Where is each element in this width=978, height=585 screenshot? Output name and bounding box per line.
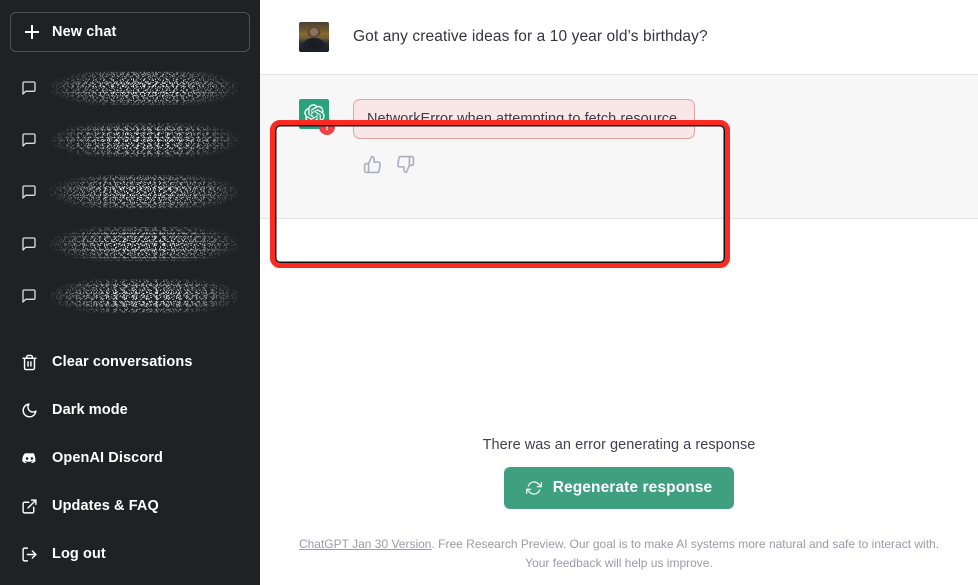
chat-title-redacted [50, 227, 239, 261]
chat-bubble-icon [21, 132, 37, 148]
chat-title-redacted [50, 279, 239, 313]
footer-disclaimer: ChatGPT Jan 30 Version. Free Research Pr… [269, 535, 969, 573]
chat-bubble-icon [21, 80, 37, 96]
sidebar-item-label: Dark mode [52, 402, 128, 418]
new-chat-label: New chat [52, 24, 116, 40]
footer-text: . Free Research Preview. Our goal is to … [431, 537, 939, 570]
chat-title-redacted [50, 175, 239, 209]
feedback-row [353, 155, 939, 174]
version-link[interactable]: ChatGPT Jan 30 Version [299, 537, 432, 551]
sidebar-menu: Clear conversations Dark mode OpenAI Dis… [8, 338, 252, 578]
discord-icon [21, 450, 38, 467]
logout-icon [21, 546, 38, 563]
sidebar: New chat [0, 0, 260, 585]
user-message-text: Got any creative ideas for a 10 year old… [353, 22, 708, 52]
main-content: Got any creative ideas for a 10 year old… [260, 0, 978, 585]
assistant-body: NetworkError when attempting to fetch re… [353, 99, 939, 194]
chat-bubble-icon [21, 236, 37, 252]
refresh-icon [526, 480, 542, 496]
sidebar-item-updates-faq[interactable]: Updates & FAQ [10, 482, 250, 530]
chat-title-redacted [50, 71, 239, 105]
moon-icon [21, 402, 38, 419]
regenerate-response-button[interactable]: Regenerate response [504, 467, 735, 509]
thumbs-up-icon[interactable] [363, 155, 382, 174]
thumbs-down-icon[interactable] [396, 155, 415, 174]
plus-icon [24, 24, 40, 40]
chat-history-item[interactable] [10, 218, 250, 270]
chat-history-list [8, 62, 252, 322]
assistant-error-message: NetworkError when attempting to fetch re… [353, 99, 695, 139]
sidebar-item-label: OpenAI Discord [52, 450, 163, 466]
regenerate-response-label: Regenerate response [553, 479, 713, 497]
new-chat-button[interactable]: New chat [10, 12, 250, 52]
sidebar-item-clear-conversations[interactable]: Clear conversations [10, 338, 250, 386]
external-link-icon [21, 498, 38, 515]
chat-history-item[interactable] [10, 166, 250, 218]
sidebar-item-label: Updates & FAQ [52, 498, 159, 514]
chat-history-item[interactable] [10, 114, 250, 166]
error-badge-icon: ! [319, 119, 335, 135]
trash-icon [21, 354, 38, 371]
assistant-message-row: ! NetworkError when attempting to fetch … [260, 74, 978, 219]
error-note-text: There was an error generating a response [483, 437, 756, 453]
chatgpt-app: New chat [0, 0, 978, 585]
sidebar-item-openai-discord[interactable]: OpenAI Discord [10, 434, 250, 482]
assistant-avatar-wrap: ! [299, 99, 329, 129]
chat-bubble-icon [21, 288, 37, 304]
sidebar-item-label: Clear conversations [52, 354, 193, 370]
sidebar-item-dark-mode[interactable]: Dark mode [10, 386, 250, 434]
sidebar-item-label: Log out [52, 546, 106, 562]
user-message-row: Got any creative ideas for a 10 year old… [260, 0, 978, 74]
chat-history-item[interactable] [10, 270, 250, 322]
bottom-area: There was an error generating a response… [260, 437, 978, 585]
user-avatar [299, 22, 329, 52]
sidebar-item-log-out[interactable]: Log out [10, 530, 250, 578]
chat-history-item[interactable] [10, 62, 250, 114]
chat-title-redacted [50, 123, 239, 157]
chat-bubble-icon [21, 184, 37, 200]
